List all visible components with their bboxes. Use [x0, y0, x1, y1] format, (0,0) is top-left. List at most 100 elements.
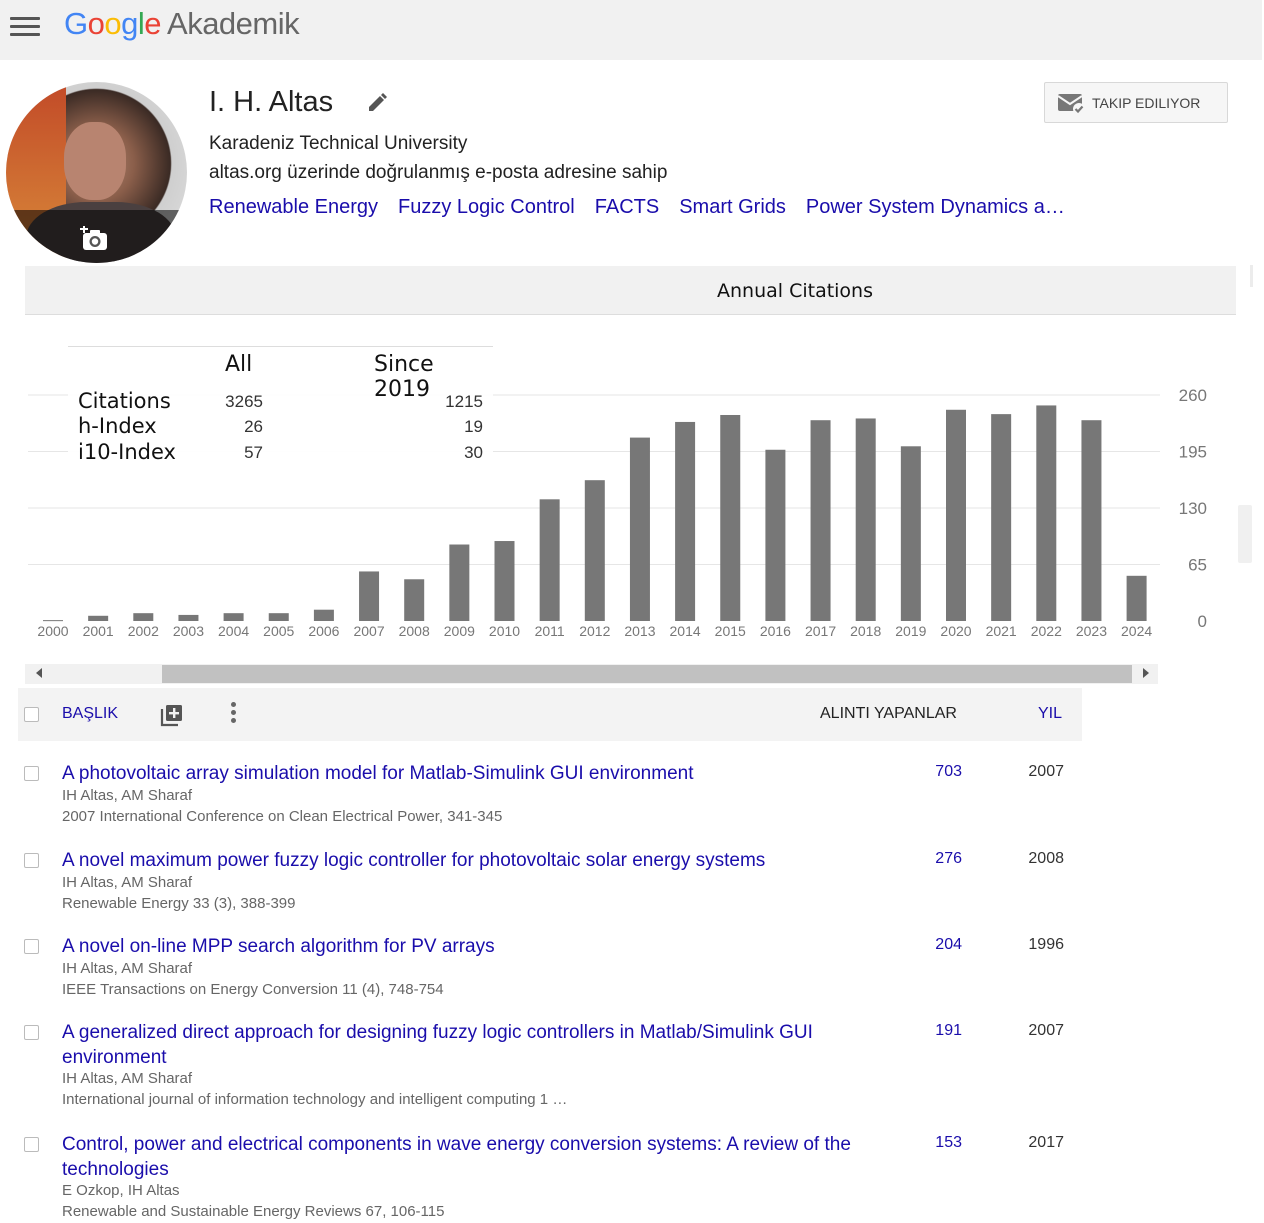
- citation-bar[interactable]: [1081, 420, 1102, 621]
- citation-bar[interactable]: [855, 418, 876, 621]
- article-year: 2017: [1028, 1134, 1064, 1151]
- article-year: 2007: [1028, 1022, 1064, 1039]
- page-scrollbar-thumb[interactable]: [1238, 505, 1252, 563]
- add-photo-camera-icon[interactable]: [80, 226, 110, 252]
- article-title[interactable]: A novel on-line MPP search algorithm for…: [62, 934, 877, 959]
- interest-link[interactable]: Renewable Energy: [209, 196, 378, 218]
- x-tick-label: 2011: [535, 623, 565, 639]
- article-venue: International journal of information tec…: [62, 1091, 568, 1108]
- article-checkbox[interactable]: [24, 1137, 39, 1152]
- article-authors: IH Altas, AM Sharaf: [62, 960, 193, 977]
- x-tick-label: 2005: [263, 623, 294, 639]
- citation-bar[interactable]: [43, 620, 63, 622]
- follow-button[interactable]: TAKIP EDILIYOR: [1044, 82, 1228, 123]
- x-tick-label: 2023: [1076, 623, 1107, 639]
- citation-bar[interactable]: [268, 613, 289, 621]
- article-authors: IH Altas, AM Sharaf: [62, 787, 193, 804]
- citation-bar[interactable]: [223, 613, 244, 621]
- articles-table-header: BAŞLIK ALINTI YAPANLAR YIL: [18, 688, 1082, 741]
- x-tick-label: 2020: [940, 623, 971, 639]
- stats-row-label: h-Index: [78, 414, 157, 438]
- citation-bar[interactable]: [313, 609, 334, 621]
- interest-link[interactable]: Smart Grids: [679, 196, 786, 218]
- citation-bar[interactable]: [946, 409, 966, 621]
- citation-bar[interactable]: [88, 615, 109, 621]
- edit-pencil-icon[interactable]: [366, 92, 388, 114]
- scrollbar-thumb[interactable]: [162, 665, 1132, 683]
- article-year: 2008: [1028, 850, 1064, 867]
- article-venue: Renewable Energy 33 (3), 388-399: [62, 895, 296, 912]
- stats-since-value: 19: [464, 417, 483, 436]
- article-checkbox[interactable]: [24, 853, 39, 868]
- citation-bar[interactable]: [675, 421, 696, 621]
- scroll-left-arrow-icon[interactable]: [36, 668, 42, 678]
- citation-bar[interactable]: [178, 614, 199, 621]
- article-checkbox[interactable]: [24, 766, 39, 781]
- citation-bar[interactable]: [1126, 575, 1147, 621]
- citation-bar[interactable]: [133, 613, 154, 621]
- x-tick-label: 2007: [353, 623, 384, 639]
- select-all-checkbox[interactable]: [24, 707, 39, 722]
- article-title[interactable]: A photovoltaic array simulation model fo…: [62, 761, 877, 786]
- x-tick-label: 2016: [760, 623, 791, 639]
- stats-since-value: 30: [464, 443, 483, 462]
- article-title[interactable]: Control, power and electrical components…: [62, 1132, 877, 1182]
- article-cited-by-count[interactable]: 703: [898, 763, 962, 781]
- article-year: 2007: [1028, 763, 1064, 780]
- citation-bar[interactable]: [765, 449, 786, 621]
- citation-bar[interactable]: [494, 541, 515, 621]
- google-scholar-logo[interactable]: Google Akademik: [64, 6, 300, 42]
- interest-link[interactable]: FACTS: [595, 196, 659, 218]
- article-venue: Renewable and Sustainable Energy Reviews…: [62, 1203, 445, 1220]
- article-title[interactable]: A generalized direct approach for design…: [62, 1020, 877, 1070]
- interest-link[interactable]: Fuzzy Logic Control: [398, 196, 575, 218]
- article-cited-by-count[interactable]: 191: [898, 1022, 962, 1040]
- citation-bar[interactable]: [810, 420, 831, 621]
- verified-email-note: altas.org üzerinde doğrulanmış e-posta a…: [209, 162, 668, 183]
- citation-stats-table: All Since 2019 Citations 3265 1215 h-Ind…: [68, 346, 493, 466]
- chart-header: Annual Citations: [25, 266, 1236, 315]
- article-cited-by-count[interactable]: 153: [898, 1134, 962, 1152]
- citation-bar[interactable]: [720, 414, 741, 621]
- chart-horizontal-scrollbar[interactable]: [25, 664, 1158, 684]
- article-year: 1996: [1028, 936, 1064, 953]
- article-cited-by-count[interactable]: 276: [898, 850, 962, 868]
- x-tick-label: 2004: [218, 623, 249, 639]
- citation-bar[interactable]: [404, 579, 425, 621]
- citation-bar[interactable]: [629, 437, 650, 621]
- article-cited-by-count[interactable]: 204: [898, 936, 962, 954]
- citation-bar[interactable]: [1036, 405, 1057, 621]
- stats-col-all: All: [225, 352, 253, 377]
- citation-bar[interactable]: [584, 480, 605, 621]
- citation-bar[interactable]: [449, 544, 470, 621]
- mail-check-icon: [1057, 94, 1085, 115]
- citation-bar[interactable]: [900, 446, 921, 621]
- x-tick-label: 2017: [805, 623, 836, 639]
- add-article-icon[interactable]: [160, 703, 184, 727]
- x-tick-label: 2003: [173, 623, 204, 639]
- citation-bar[interactable]: [991, 414, 1012, 621]
- article-title[interactable]: A novel maximum power fuzzy logic contro…: [62, 848, 877, 873]
- more-options-icon[interactable]: [228, 702, 238, 728]
- sort-by-title[interactable]: BAŞLIK: [62, 705, 118, 723]
- x-tick-label: 2013: [624, 623, 655, 639]
- citation-bar[interactable]: [359, 571, 380, 621]
- sort-by-year[interactable]: YIL: [1038, 705, 1062, 723]
- citation-bar[interactable]: [539, 499, 560, 621]
- stats-all-value: 3265: [225, 392, 263, 411]
- article-checkbox[interactable]: [24, 1025, 39, 1040]
- x-tick-label: 2010: [489, 623, 520, 639]
- cited-by-column-header: ALINTI YAPANLAR: [820, 705, 957, 722]
- x-tick-label: 2021: [986, 623, 1017, 639]
- profile-affiliation: Karadeniz Technical University: [209, 133, 468, 154]
- y-tick-label: 130: [1179, 499, 1207, 518]
- y-tick-label: 0: [1198, 612, 1207, 631]
- article-venue: IEEE Transactions on Energy Conversion 1…: [62, 981, 444, 998]
- hamburger-menu-icon[interactable]: [10, 17, 40, 39]
- stats-row-label: Citations: [78, 389, 171, 413]
- scroll-right-arrow-icon[interactable]: [1143, 668, 1149, 678]
- article-checkbox[interactable]: [24, 939, 39, 954]
- x-tick-label: 2014: [670, 623, 701, 639]
- interest-link[interactable]: Power System Dynamics a…: [806, 196, 1065, 218]
- y-tick-label: 195: [1179, 443, 1207, 462]
